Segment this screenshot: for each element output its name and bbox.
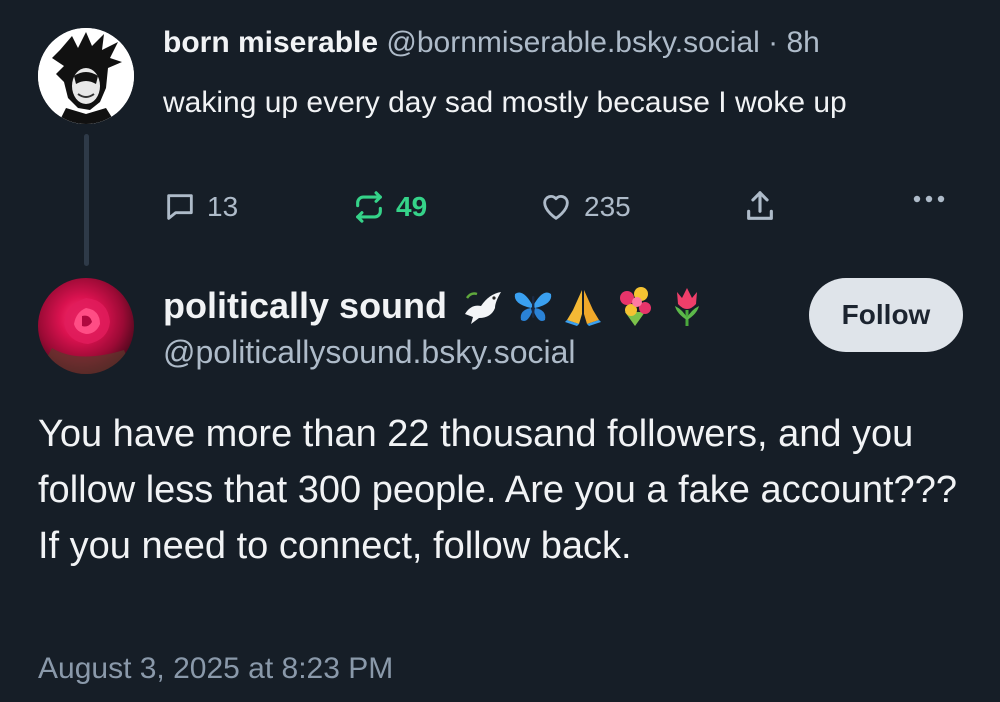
heart-icon	[543, 195, 569, 220]
author-emojis	[461, 282, 709, 330]
like-button[interactable]: 235	[538, 190, 631, 224]
more-icon	[913, 195, 945, 203]
tulip-emoji	[675, 288, 700, 326]
separator: ·	[768, 26, 779, 59]
repost-button[interactable]: 49	[352, 190, 427, 224]
reply-icon	[167, 194, 193, 220]
parent-post-header: born miserable @bornmiserable.bsky.socia…	[163, 26, 820, 60]
parent-post-text: waking up every day sad mostly because I…	[163, 86, 847, 119]
post-time[interactable]: 8h	[786, 26, 819, 59]
post-timestamp: August 3, 2025 at 8:23 PM	[38, 652, 394, 685]
author-name[interactable]: politically sound	[163, 285, 447, 327]
author-handle[interactable]: @bornmiserable.bsky.social	[386, 26, 759, 59]
follow-button[interactable]: Follow	[809, 278, 963, 352]
reply-count: 13	[207, 191, 239, 222]
bouquet-emoji	[620, 287, 652, 326]
avatar[interactable]	[38, 28, 134, 124]
folded-hands-emoji	[565, 290, 602, 326]
share-button[interactable]	[743, 188, 777, 226]
reply-button[interactable]: 13	[163, 190, 238, 224]
post-text: You have more than 22 thousand followers…	[38, 413, 957, 567]
author-name[interactable]: born miserable	[163, 26, 378, 59]
author-name-row: politically sound	[163, 282, 709, 330]
butterfly-emoji	[514, 292, 552, 321]
avatar[interactable]	[38, 278, 134, 374]
repost-count: 49	[396, 191, 428, 222]
post-thread: born miserable @bornmiserable.bsky.socia…	[0, 0, 1000, 702]
like-count: 235	[584, 191, 631, 222]
author-handle[interactable]: @politicallysound.bsky.social	[163, 334, 576, 371]
share-icon	[747, 191, 773, 220]
dove-emoji	[465, 292, 502, 324]
repost-icon	[356, 191, 382, 223]
post-actions: 13 49 235	[0, 188, 1000, 228]
more-options-button[interactable]	[912, 194, 946, 204]
